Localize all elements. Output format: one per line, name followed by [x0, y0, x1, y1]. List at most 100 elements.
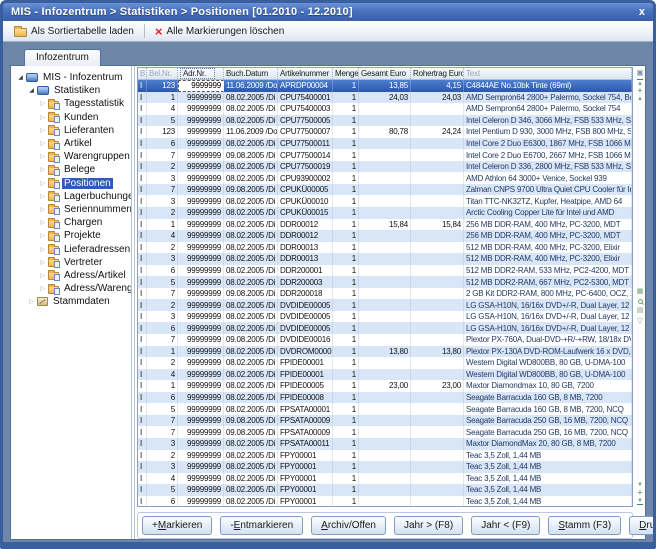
table-row[interactable]: I69999999908.02.2005 /DiFPIDE000081Seaga…: [138, 392, 632, 404]
button-jahr-f9[interactable]: Jahr < (F9): [471, 516, 540, 535]
table-row[interactable]: I39999999908.02.2005 /DiFPY000011Teac 3,…: [138, 461, 632, 473]
expand-arrow-icon[interactable]: ▷: [38, 114, 47, 121]
expand-arrow-icon[interactable]: ▷: [38, 219, 47, 226]
button-archiv-offen[interactable]: Archiv/Offen: [311, 516, 386, 535]
table-row[interactable]: I79999999909.08.2005 /DiCPUKÜ000051Zalma…: [138, 184, 632, 196]
button-jahr-f8[interactable]: Jahr > (F8): [394, 516, 463, 535]
table-row[interactable]: I69999999908.02.2005 /DiDDR2000011512 MB…: [138, 265, 632, 277]
table-row[interactable]: I49999999908.02.2005 /DiFPIDE000011Weste…: [138, 369, 632, 381]
expand-arrow-icon[interactable]: ▷: [27, 298, 36, 305]
table-row[interactable]: I79999999909.08.2005 /DiCPU775000141Inte…: [138, 149, 632, 161]
column-header-datum[interactable]: Buch.Datum: [224, 68, 278, 79]
table-row[interactable]: I39999999908.02.2005 /DiFPSATA000111Maxt…: [138, 438, 632, 450]
tree-item-warengruppen[interactable]: ▷Warengruppen: [14, 150, 131, 163]
table-row[interactable]: I29999999908.02.2005 /DiFPY000011Teac 3,…: [138, 450, 632, 462]
tree-item-kunden[interactable]: ▷Kunden: [14, 111, 131, 124]
table-row[interactable]: I19999999908.02.2005 /DiDDR00012115,8415…: [138, 219, 632, 231]
expand-arrow-icon[interactable]: ▷: [38, 180, 47, 187]
table-row[interactable]: I69999999908.02.2005 /DiFPY000011Teac 3,…: [138, 496, 632, 507]
expand-arrow-icon[interactable]: ▷: [38, 232, 47, 239]
tree-item-chargen[interactable]: ▷Chargen: [14, 216, 131, 229]
tab-infozentrum[interactable]: Infozentrum: [24, 49, 101, 66]
table-row[interactable]: I79999999909.08.2005 /DiFPSATA000091Seag…: [138, 415, 632, 427]
insert-below-icon[interactable]: +: [638, 489, 643, 497]
column-options-icon[interactable]: ▣: [636, 68, 644, 77]
expand-arrow-icon[interactable]: ▷: [38, 127, 47, 134]
collapse-arrow-icon[interactable]: ◢: [16, 74, 25, 81]
table-row[interactable]: I39999999908.02.2005 /DiDVDIDE000051LG G…: [138, 311, 632, 323]
table-row[interactable]: I39999999908.02.2005 /DiCPU939000021AMD …: [138, 172, 632, 184]
load-sort-table-button[interactable]: Als Sortiertabelle laden: [9, 25, 139, 38]
table-row[interactable]: I29999999908.02.2005 /DiDVDIDE000051LG G…: [138, 299, 632, 311]
table-row[interactable]: I39999999908.02.2005 /DiDDR000131512 MB …: [138, 253, 632, 265]
tree-item-stammdaten[interactable]: ▷Stammdaten: [14, 295, 131, 308]
table-row[interactable]: I79999999909.08.2005 /DiDVDIDE000161Plex…: [138, 334, 632, 346]
insert-above-icon[interactable]: +: [638, 87, 643, 95]
button-stamm-f3[interactable]: Stamm (F3): [548, 516, 621, 535]
tree-item-adress-artikel[interactable]: ▷Adress/Artikel: [14, 269, 131, 282]
expand-arrow-icon[interactable]: ▷: [38, 206, 47, 213]
column-header-rohertrag[interactable]: Rohertrag Euro: [411, 68, 464, 79]
button-druck-f4[interactable]: Druck (F4): [629, 516, 656, 535]
table-row[interactable]: I49999999908.02.2005 /DiCPU754000031AMD …: [138, 103, 632, 115]
column-header-adr[interactable]: Adr.Nr.: [178, 68, 224, 79]
tree-item-mis-infozentrum[interactable]: ◢MIS - Infozentrum: [14, 71, 131, 84]
tree-item-vertreter[interactable]: ▷Vertreter: [14, 256, 131, 269]
column-header-menge[interactable]: Menge: [333, 68, 359, 79]
table-row[interactable]: I19999999908.02.2005 /DiCPU75400001124,0…: [138, 92, 632, 104]
expand-arrow-icon[interactable]: ▷: [38, 193, 47, 200]
expand-arrow-icon[interactable]: ▷: [38, 272, 47, 279]
tree-item-positionen[interactable]: ▷Positionen: [14, 177, 131, 190]
table-row[interactable]: I29999999908.02.2005 /DiFPIDE000011Weste…: [138, 357, 632, 369]
table-row[interactable]: I69999999908.02.2005 /DiCPU775000111Inte…: [138, 138, 632, 150]
scroll-to-bottom-icon[interactable]: ▼: [637, 497, 643, 505]
tree-item-lieferanten[interactable]: ▷Lieferanten: [14, 124, 131, 137]
tree-item-projekte[interactable]: ▷Projekte: [14, 229, 131, 242]
scroll-up-icon[interactable]: ▲: [637, 95, 643, 103]
table-row[interactable]: I49999999908.02.2005 /DiDDR000121256 MB …: [138, 230, 632, 242]
table-row[interactable]: I39999999908.02.2005 /DiCPUKÜ000101Titan…: [138, 195, 632, 207]
table-row[interactable]: I29999999908.02.2005 /DiCPUKÜ000151Arcti…: [138, 207, 632, 219]
column-header-bel[interactable]: Bel.Nr.: [147, 68, 178, 79]
tree-item-artikel[interactable]: ▷Artikel: [14, 137, 131, 150]
tree-item-seriennummern[interactable]: ▷Seriennummern: [14, 203, 131, 216]
button-entmarkieren[interactable]: - Entmarkieren: [220, 516, 303, 535]
collapse-arrow-icon[interactable]: ◢: [27, 87, 36, 94]
table-row[interactable]: I59999999908.02.2005 /DiCPU775000051Inte…: [138, 115, 632, 127]
tree-item-lagerbuchungen[interactable]: ▷Lagerbuchungen: [14, 190, 131, 203]
table-row[interactable]: I59999999908.02.2005 /DiFPSATA000011Seag…: [138, 403, 632, 415]
table-row[interactable]: I29999999908.02.2005 /DiCPU775000191Inte…: [138, 161, 632, 173]
table-row[interactable]: I1239999999911.06.2009 /DoCPU77500007180…: [138, 126, 632, 138]
table-row[interactable]: I123999999911.06.2009 /DoAPRDP00004113,8…: [138, 80, 632, 92]
expand-arrow-icon[interactable]: ▷: [38, 285, 47, 292]
button-markieren[interactable]: + Markieren: [142, 516, 212, 535]
filter-icon[interactable]: ▽: [637, 318, 642, 326]
close-icon[interactable]: x: [639, 7, 645, 18]
grid-view-icon[interactable]: ▦: [637, 288, 644, 296]
table-row[interactable]: I79999999909.08.2005 /DiDDR20001812 GB K…: [138, 288, 632, 300]
search-icon[interactable]: [638, 299, 643, 304]
expand-arrow-icon[interactable]: ▷: [38, 246, 47, 253]
table-row[interactable]: I29999999908.02.2005 /DiDDR000131512 MB …: [138, 242, 632, 254]
column-header-artikel[interactable]: Artikelnummer: [278, 68, 333, 79]
expand-arrow-icon[interactable]: ▷: [38, 166, 47, 173]
table-row[interactable]: I49999999908.02.2005 /DiFPY000011Teac 3,…: [138, 473, 632, 485]
expand-arrow-icon[interactable]: ▷: [38, 100, 47, 107]
tree-item-lieferadressen[interactable]: ▷Lieferadressen: [14, 242, 131, 255]
tree-item-belege[interactable]: ▷Belege: [14, 163, 131, 176]
expand-arrow-icon[interactable]: ▷: [38, 153, 47, 160]
table-row[interactable]: I79999999909.08.2005 /DiFPSATA000091Seag…: [138, 426, 632, 438]
column-header-gesamt[interactable]: Gesamt Euro: [359, 68, 411, 79]
list-view-icon[interactable]: ▤: [637, 307, 644, 315]
table-row[interactable]: I19999999908.02.2005 /DiFPIDE00005123,00…: [138, 380, 632, 392]
tree-item-adress-warengruppen[interactable]: ▷Adress/Warengruppen: [14, 282, 131, 295]
clear-marks-button[interactable]: × Alle Markierungen löschen: [150, 24, 289, 39]
table-row[interactable]: I59999999908.02.2005 /DiDDR2000031512 MB…: [138, 276, 632, 288]
column-header-b[interactable]: B: [138, 68, 147, 79]
expand-arrow-icon[interactable]: ▷: [38, 259, 47, 266]
table-row[interactable]: I19999999908.02.2005 /DiDVDROM00001113,8…: [138, 346, 632, 358]
expand-arrow-icon[interactable]: ▷: [38, 140, 47, 147]
table-row[interactable]: I59999999908.02.2005 /DiFPY000011Teac 3,…: [138, 484, 632, 496]
table-row[interactable]: I69999999908.02.2005 /DiDVDIDE000051LG G…: [138, 322, 632, 334]
column-header-text[interactable]: Text: [464, 68, 632, 79]
